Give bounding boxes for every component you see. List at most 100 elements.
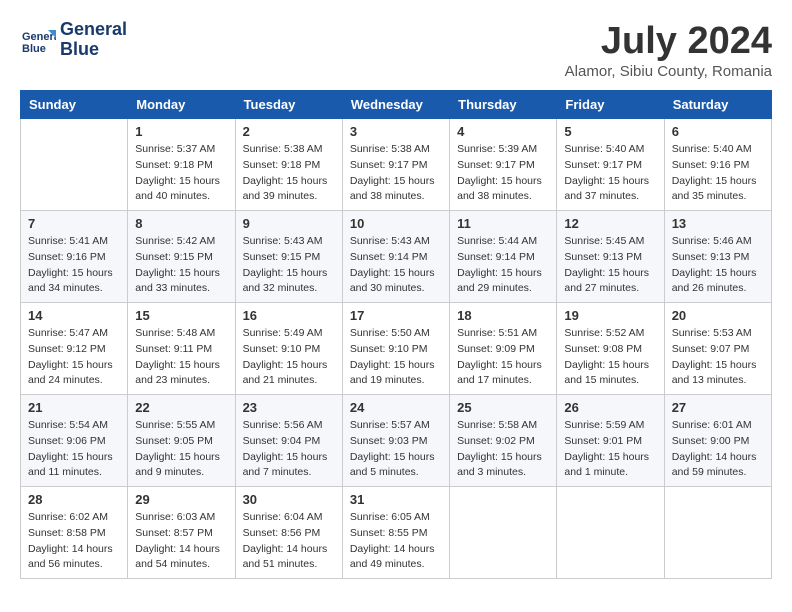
day-info: Sunrise: 5:42 AMSunset: 9:15 PMDaylight:…: [135, 234, 227, 297]
day-number: 4: [457, 124, 549, 139]
svg-text:Blue: Blue: [22, 43, 46, 55]
day-info: Sunrise: 5:37 AMSunset: 9:18 PMDaylight:…: [135, 142, 227, 205]
day-number: 21: [28, 400, 120, 415]
day-info: Sunrise: 5:39 AMSunset: 9:17 PMDaylight:…: [457, 142, 549, 205]
day-info: Sunrise: 5:47 AMSunset: 9:12 PMDaylight:…: [28, 326, 120, 389]
day-cell: [21, 119, 128, 211]
day-number: 15: [135, 308, 227, 323]
location: Alamor, Sibiu County, Romania: [565, 63, 772, 80]
day-number: 10: [350, 216, 442, 231]
logo-icon: General Blue: [20, 22, 56, 58]
day-cell: 10Sunrise: 5:43 AMSunset: 9:14 PMDayligh…: [342, 211, 449, 303]
column-header-friday: Friday: [557, 91, 664, 119]
logo: General Blue General Blue: [20, 20, 127, 60]
month-title: July 2024: [565, 20, 772, 63]
calendar-table: SundayMondayTuesdayWednesdayThursdayFrid…: [20, 90, 772, 579]
week-row-2: 7 Sunrise: 5:41 AMSunset: 9:16 PMDaylight…: [21, 211, 772, 303]
day-cell: 14 Sunrise: 5:47 AMSunset: 9:12 PMDayligh…: [21, 303, 128, 395]
day-cell: 2 Sunrise: 5:38 AMSunset: 9:18 PMDaylight…: [235, 119, 342, 211]
day-cell: 3 Sunrise: 5:38 AMSunset: 9:17 PMDaylight…: [342, 119, 449, 211]
day-number: 13: [672, 216, 764, 231]
day-info: Sunrise: 6:03 AMSunset: 8:57 PMDaylight:…: [135, 510, 227, 573]
day-number: 14: [28, 308, 120, 323]
day-cell: 24 Sunrise: 5:57 AMSunset: 9:03 PMDayligh…: [342, 395, 449, 487]
day-cell: 8 Sunrise: 5:42 AMSunset: 9:15 PMDaylight…: [128, 211, 235, 303]
day-info: Sunrise: 5:49 AMSunset: 9:10 PMDaylight:…: [243, 326, 335, 389]
day-cell: 21 Sunrise: 5:54 AMSunset: 9:06 PMDayligh…: [21, 395, 128, 487]
day-cell: 27 Sunrise: 6:01 AMSunset: 9:00 PMDayligh…: [664, 395, 771, 487]
day-cell: 22 Sunrise: 5:55 AMSunset: 9:05 PMDayligh…: [128, 395, 235, 487]
day-cell: 26Sunrise: 5:59 AMSunset: 9:01 PMDayligh…: [557, 395, 664, 487]
day-cell: [450, 487, 557, 579]
column-header-saturday: Saturday: [664, 91, 771, 119]
day-cell: 16 Sunrise: 5:49 AMSunset: 9:10 PMDayligh…: [235, 303, 342, 395]
logo-text-line1: General: [60, 20, 127, 40]
day-number: 1: [135, 124, 227, 139]
day-cell: 28 Sunrise: 6:02 AMSunset: 8:58 PMDayligh…: [21, 487, 128, 579]
day-info: Sunrise: 5:53 AMSunset: 9:07 PMDaylight:…: [672, 326, 764, 389]
header-row: SundayMondayTuesdayWednesdayThursdayFrid…: [21, 91, 772, 119]
day-cell: 12 Sunrise: 5:45 AMSunset: 9:13 PMDayligh…: [557, 211, 664, 303]
day-info: Sunrise: 5:51 AMSunset: 9:09 PMDaylight:…: [457, 326, 549, 389]
day-info: Sunrise: 6:01 AMSunset: 9:00 PMDaylight:…: [672, 418, 764, 481]
day-info: Sunrise: 6:05 AMSunset: 8:55 PMDaylight:…: [350, 510, 442, 573]
day-info: Sunrise: 5:43 AMSunset: 9:15 PMDaylight:…: [243, 234, 335, 297]
day-cell: [664, 487, 771, 579]
day-cell: 29 Sunrise: 6:03 AMSunset: 8:57 PMDayligh…: [128, 487, 235, 579]
day-number: 29: [135, 492, 227, 507]
day-cell: 7 Sunrise: 5:41 AMSunset: 9:16 PMDaylight…: [21, 211, 128, 303]
day-cell: 20 Sunrise: 5:53 AMSunset: 9:07 PMDayligh…: [664, 303, 771, 395]
day-info: Sunrise: 5:45 AMSunset: 9:13 PMDaylight:…: [564, 234, 656, 297]
day-info: Sunrise: 5:55 AMSunset: 9:05 PMDaylight:…: [135, 418, 227, 481]
day-info: Sunrise: 6:02 AMSunset: 8:58 PMDaylight:…: [28, 510, 120, 573]
day-number: 8: [135, 216, 227, 231]
day-info: Sunrise: 5:56 AMSunset: 9:04 PMDaylight:…: [243, 418, 335, 481]
day-number: 2: [243, 124, 335, 139]
day-info: Sunrise: 5:58 AMSunset: 9:02 PMDaylight:…: [457, 418, 549, 481]
day-number: 19: [564, 308, 656, 323]
day-info: Sunrise: 5:48 AMSunset: 9:11 PMDaylight:…: [135, 326, 227, 389]
day-number: 7: [28, 216, 120, 231]
day-cell: 5 Sunrise: 5:40 AMSunset: 9:17 PMDaylight…: [557, 119, 664, 211]
day-info: Sunrise: 5:38 AMSunset: 9:18 PMDaylight:…: [243, 142, 335, 205]
day-info: Sunrise: 5:46 AMSunset: 9:13 PMDaylight:…: [672, 234, 764, 297]
day-number: 24: [350, 400, 442, 415]
day-info: Sunrise: 5:38 AMSunset: 9:17 PMDaylight:…: [350, 142, 442, 205]
day-number: 27: [672, 400, 764, 415]
title-block: July 2024 Alamor, Sibiu County, Romania: [565, 20, 772, 80]
day-info: Sunrise: 5:40 AMSunset: 9:17 PMDaylight:…: [564, 142, 656, 205]
day-number: 3: [350, 124, 442, 139]
day-number: 12: [564, 216, 656, 231]
day-info: Sunrise: 5:50 AMSunset: 9:10 PMDaylight:…: [350, 326, 442, 389]
day-number: 17: [350, 308, 442, 323]
week-row-3: 14 Sunrise: 5:47 AMSunset: 9:12 PMDayligh…: [21, 303, 772, 395]
week-row-4: 21 Sunrise: 5:54 AMSunset: 9:06 PMDayligh…: [21, 395, 772, 487]
day-number: 18: [457, 308, 549, 323]
logo-text-line2: Blue: [60, 40, 127, 60]
column-header-sunday: Sunday: [21, 91, 128, 119]
day-info: Sunrise: 6:04 AMSunset: 8:56 PMDaylight:…: [243, 510, 335, 573]
day-cell: 31Sunrise: 6:05 AMSunset: 8:55 PMDayligh…: [342, 487, 449, 579]
day-cell: 23 Sunrise: 5:56 AMSunset: 9:04 PMDayligh…: [235, 395, 342, 487]
column-header-monday: Monday: [128, 91, 235, 119]
day-info: Sunrise: 5:41 AMSunset: 9:16 PMDaylight:…: [28, 234, 120, 297]
page-header: General Blue General Blue July 2024 Alam…: [20, 20, 772, 80]
day-cell: 30Sunrise: 6:04 AMSunset: 8:56 PMDayligh…: [235, 487, 342, 579]
day-number: 28: [28, 492, 120, 507]
day-info: Sunrise: 5:57 AMSunset: 9:03 PMDaylight:…: [350, 418, 442, 481]
day-number: 22: [135, 400, 227, 415]
day-number: 16: [243, 308, 335, 323]
day-number: 20: [672, 308, 764, 323]
day-number: 23: [243, 400, 335, 415]
day-cell: 25Sunrise: 5:58 AMSunset: 9:02 PMDayligh…: [450, 395, 557, 487]
day-number: 5: [564, 124, 656, 139]
day-cell: 13 Sunrise: 5:46 AMSunset: 9:13 PMDayligh…: [664, 211, 771, 303]
day-info: Sunrise: 5:40 AMSunset: 9:16 PMDaylight:…: [672, 142, 764, 205]
day-cell: 6Sunrise: 5:40 AMSunset: 9:16 PMDaylight…: [664, 119, 771, 211]
day-cell: 18 Sunrise: 5:51 AMSunset: 9:09 PMDayligh…: [450, 303, 557, 395]
column-header-wednesday: Wednesday: [342, 91, 449, 119]
day-cell: 19Sunrise: 5:52 AMSunset: 9:08 PMDayligh…: [557, 303, 664, 395]
day-number: 11: [457, 216, 549, 231]
day-cell: [557, 487, 664, 579]
day-info: Sunrise: 5:54 AMSunset: 9:06 PMDaylight:…: [28, 418, 120, 481]
